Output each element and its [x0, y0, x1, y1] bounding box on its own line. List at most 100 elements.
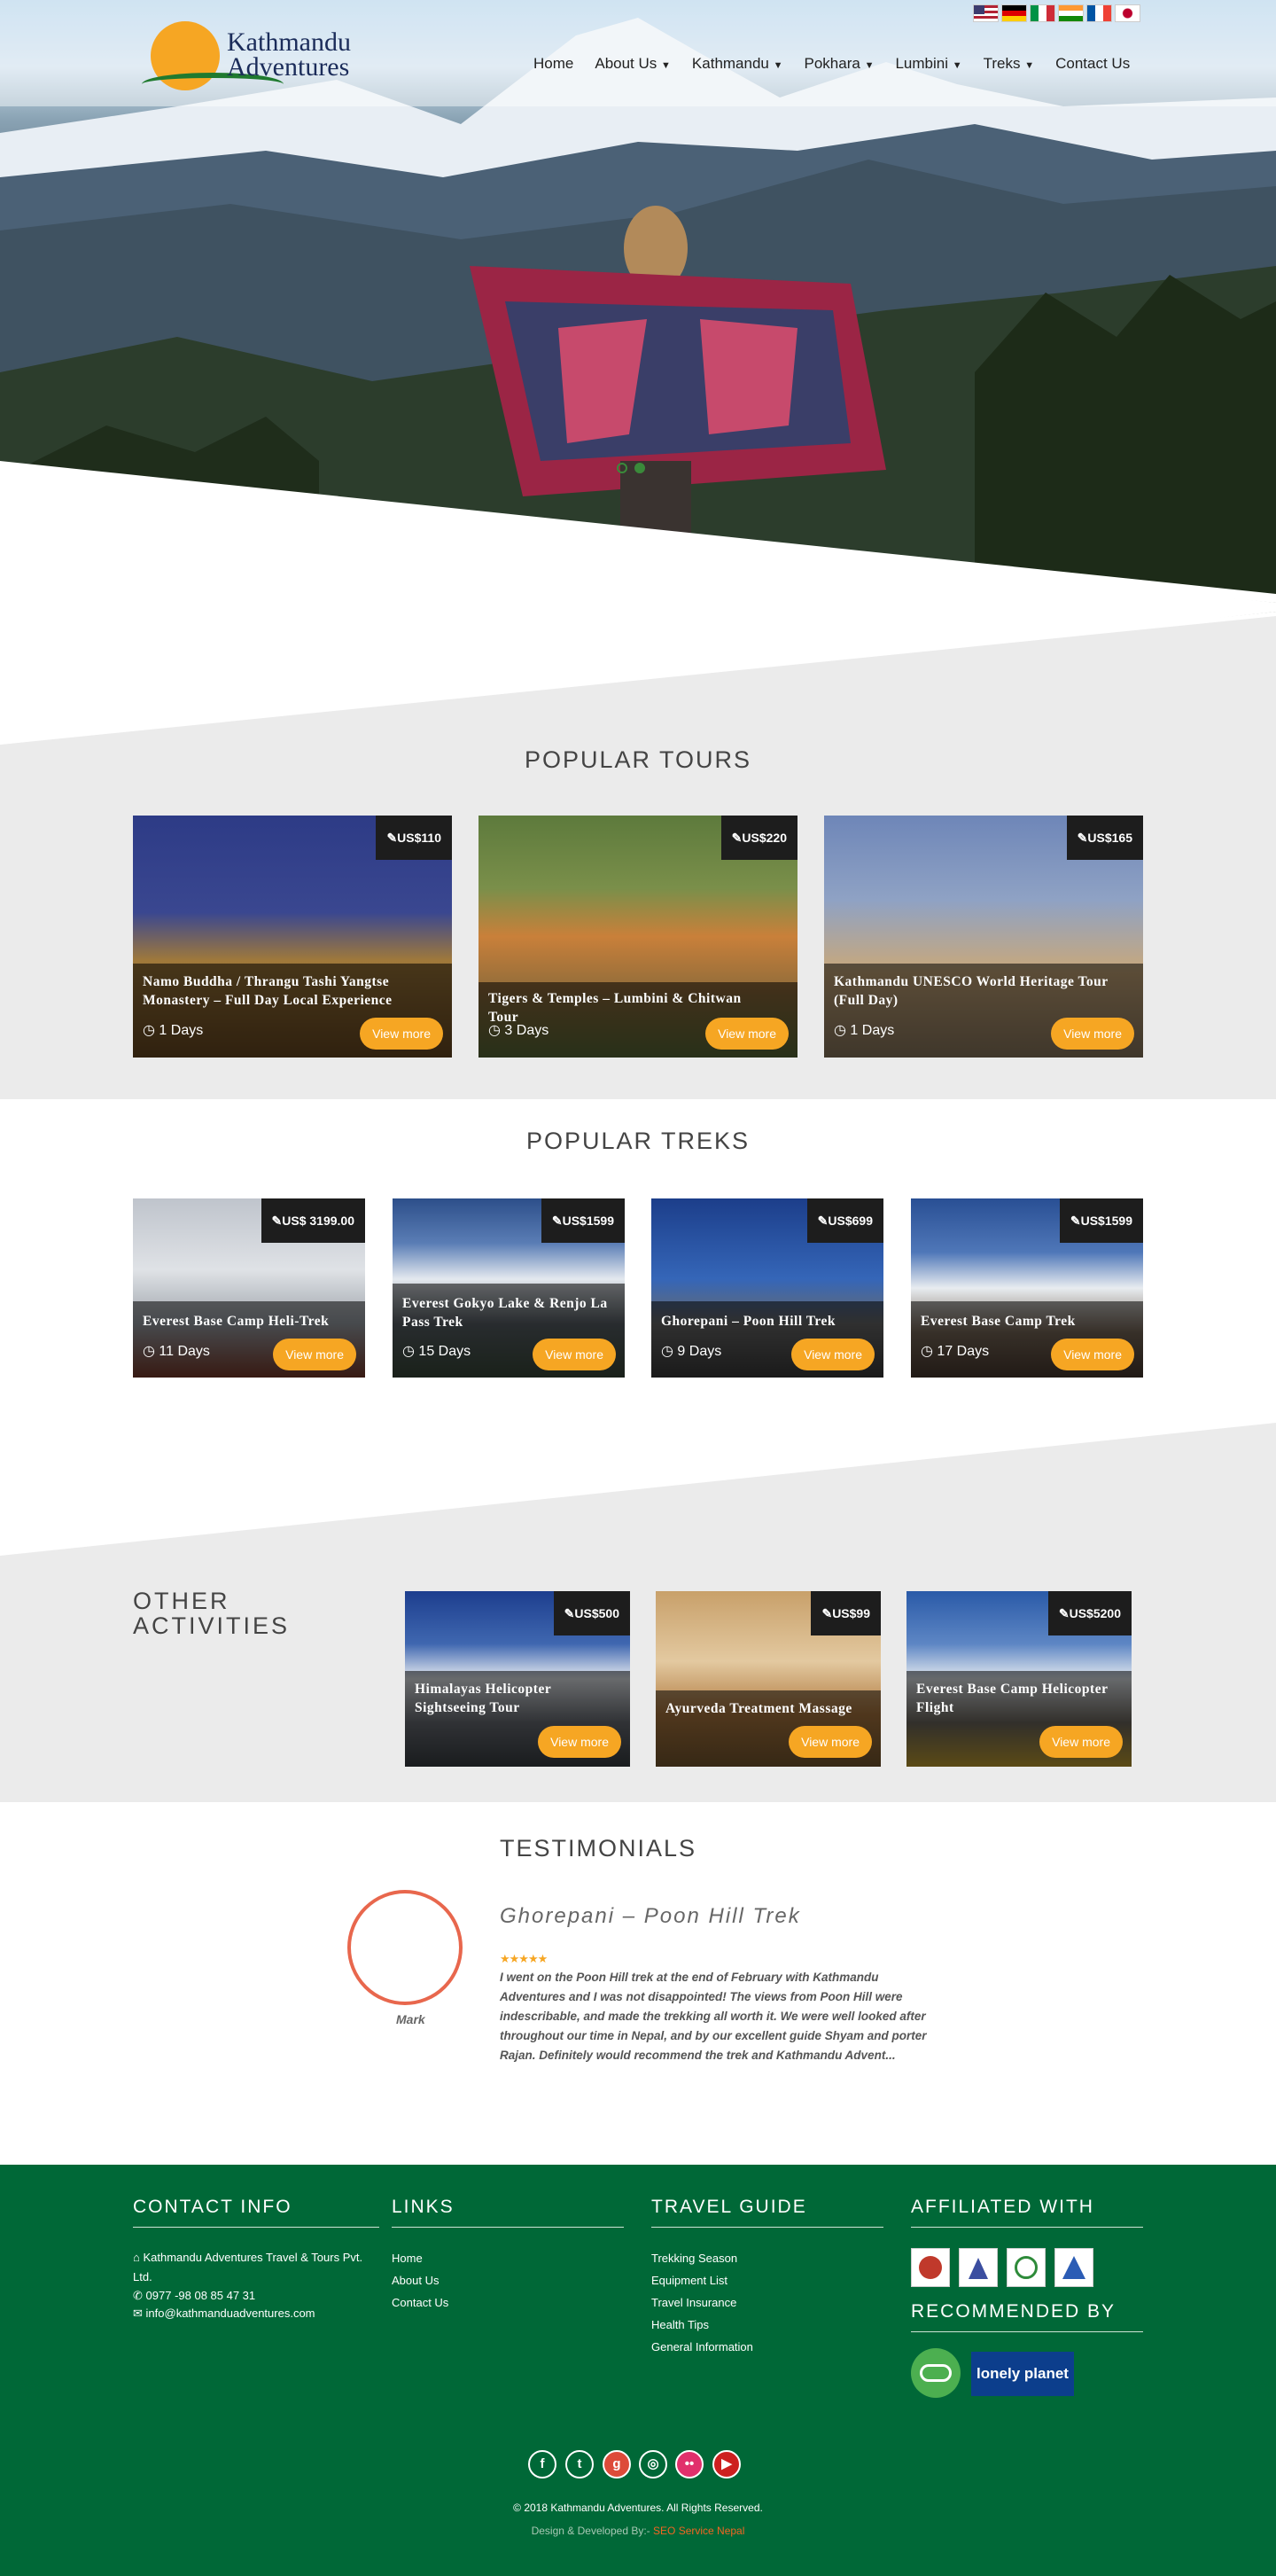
tour-card[interactable]: ✎US$165 Kathmandu UNESCO World Heritage …: [824, 816, 1143, 1058]
caret-down-icon: ▼: [1024, 60, 1035, 71]
footer-contact-title: CONTACT INFO: [133, 2197, 292, 2217]
footer-email[interactable]: ✉ info@kathmanduadventures.com: [133, 2307, 315, 2321]
tour-title[interactable]: Namo Buddha / Thrangu Tashi Yangtse Mona…: [143, 972, 408, 1010]
trek-title[interactable]: Ghorepani – Poon Hill Trek: [661, 1312, 874, 1331]
price-badge: ✎US$99: [811, 1591, 881, 1635]
instagram-icon[interactable]: ◎: [639, 2450, 667, 2478]
lonely-planet-logo[interactable]: lonely planet: [971, 2352, 1074, 2396]
trek-title[interactable]: Everest Base Camp Trek: [921, 1312, 1133, 1331]
tag-icon: ✎: [386, 831, 398, 845]
footer-recommended-title: RECOMMENDED BY: [911, 2301, 1116, 2322]
nav-home[interactable]: Home: [523, 55, 584, 73]
clock-icon: ◷: [834, 1023, 846, 1038]
view-more-button[interactable]: View more: [1039, 1726, 1123, 1758]
trek-card[interactable]: ✎US$699 Ghorepani – Poon Hill Trek ◷ 9 D…: [651, 1198, 883, 1378]
trek-duration: ◷ 15 Days: [402, 1344, 471, 1359]
hero-bottom-wedge: [0, 470, 1276, 745]
tour-card[interactable]: ✎US$110 Namo Buddha / Thrangu Tashi Yang…: [133, 816, 452, 1058]
taan-logo-icon[interactable]: [1007, 2248, 1046, 2287]
footer-link-contact-us[interactable]: Contact Us: [392, 2296, 448, 2309]
footer-link-about-us[interactable]: About Us: [392, 2274, 439, 2287]
trek-card[interactable]: ✎US$1599 Everest Base Camp Trek ◷ 17 Day…: [911, 1198, 1143, 1378]
tour-title[interactable]: Kathmandu UNESCO World Heritage Tour (Fu…: [834, 972, 1117, 1010]
tour-duration: ◷ 3 Days: [488, 1023, 549, 1038]
view-more-button[interactable]: View more: [533, 1339, 616, 1370]
nav-kathmandu[interactable]: Kathmandu ▼: [681, 55, 794, 73]
activity-card[interactable]: ✎US$500 Himalayas Helicopter Sightseeing…: [405, 1591, 630, 1767]
activity-title[interactable]: Ayurveda Treatment Massage: [665, 1699, 869, 1718]
tripadvisor-logo-icon[interactable]: [911, 2348, 961, 2398]
nav-lumbini[interactable]: Lumbini ▼: [884, 55, 972, 73]
tag-icon: ✎: [817, 1214, 829, 1228]
activity-card[interactable]: ✎US$99 Ayurveda Treatment Massage View m…: [656, 1591, 881, 1767]
testimonial-author: Mark: [396, 2012, 425, 2026]
footer-link-travel-insurance[interactable]: Travel Insurance: [651, 2296, 736, 2309]
flag-india-icon[interactable]: [1058, 4, 1084, 22]
trek-title[interactable]: Everest Gokyo Lake & Renjo La Pass Trek: [402, 1294, 615, 1331]
caret-down-icon: ▼: [952, 60, 962, 71]
youtube-icon[interactable]: ▶: [712, 2450, 741, 2478]
flag-france-icon[interactable]: [1086, 4, 1112, 22]
footer-link-general-information[interactable]: General Information: [651, 2340, 753, 2354]
google-plus-icon[interactable]: g: [603, 2450, 631, 2478]
logo-line1: Kathmandu: [227, 27, 351, 57]
footer-link-trekking-season[interactable]: Trekking Season: [651, 2252, 737, 2265]
tag-icon: ✎: [1077, 831, 1088, 845]
flag-usa-icon[interactable]: [973, 4, 999, 22]
divider: [651, 2227, 883, 2228]
trek-title[interactable]: Everest Base Camp Heli-Trek: [143, 1312, 355, 1331]
view-more-button[interactable]: View more: [360, 1018, 443, 1050]
footer-phone: ✆ 0977 -98 08 85 47 31: [133, 2289, 256, 2302]
view-more-button[interactable]: View more: [1051, 1018, 1134, 1050]
tag-icon: ✎: [1058, 1606, 1070, 1620]
nma-logo-icon[interactable]: [1054, 2248, 1093, 2287]
activity-title[interactable]: Everest Base Camp Helicopter Flight: [916, 1680, 1120, 1717]
activity-title[interactable]: Himalayas Helicopter Sightseeing Tour: [415, 1680, 619, 1717]
footer-links-title: LINKS: [392, 2197, 455, 2217]
price-badge: ✎US$500: [553, 1591, 630, 1635]
caret-down-icon: ▼: [661, 60, 671, 71]
tour-card[interactable]: ✎US$220 Tigers & Temples – Lumbini & Chi…: [478, 816, 798, 1058]
price-badge: ✎US$1599: [541, 1198, 625, 1243]
testimonials-title: TESTIMONIALS: [499, 1835, 697, 1862]
view-more-button[interactable]: View more: [1051, 1339, 1134, 1370]
view-more-button[interactable]: View more: [789, 1726, 872, 1758]
flag-germany-icon[interactable]: [1001, 4, 1027, 22]
other-activities-title: OTHER ACTIVITIES: [133, 1588, 291, 1639]
twitter-icon[interactable]: t: [565, 2450, 594, 2478]
copyright: © 2018 Kathmandu Adventures. All Rights …: [513, 2502, 763, 2514]
trek-card[interactable]: ✎US$ 3199.00 Everest Base Camp Heli-Trek…: [133, 1198, 365, 1378]
credit-link[interactable]: SEO Service Nepal: [653, 2525, 744, 2537]
flickr-icon[interactable]: ••: [675, 2450, 704, 2478]
nav-contact-us[interactable]: Contact Us: [1045, 55, 1140, 73]
clock-icon: ◷: [143, 1344, 155, 1359]
site-logo[interactable]: Kathmandu Adventures: [142, 18, 354, 92]
nepal-government-logo-icon[interactable]: [911, 2248, 950, 2287]
divider: [392, 2227, 624, 2228]
footer-link-health-tips[interactable]: Health Tips: [651, 2318, 709, 2331]
flag-italy-icon[interactable]: [1030, 4, 1055, 22]
view-more-button[interactable]: View more: [791, 1339, 875, 1370]
view-more-button[interactable]: View more: [273, 1339, 356, 1370]
divider: [911, 2227, 1143, 2228]
activity-card[interactable]: ✎US$5200 Everest Base Camp Helicopter Fl…: [906, 1591, 1132, 1767]
facebook-icon[interactable]: f: [528, 2450, 556, 2478]
trek-card[interactable]: ✎US$1599 Everest Gokyo Lake & Renjo La P…: [393, 1198, 625, 1378]
view-more-button[interactable]: View more: [705, 1018, 789, 1050]
footer-link-home[interactable]: Home: [392, 2252, 423, 2265]
nav-about-us[interactable]: About Us ▼: [584, 55, 681, 73]
nav-pokhara[interactable]: Pokhara ▼: [794, 55, 885, 73]
testimonial-avatar: [347, 1890, 463, 2005]
caret-down-icon: ▼: [864, 60, 875, 71]
nav-treks[interactable]: Treks ▼: [973, 55, 1046, 73]
price-badge: ✎US$5200: [1047, 1591, 1132, 1635]
divider: [911, 2331, 1143, 2332]
ntb-logo-icon[interactable]: [959, 2248, 998, 2287]
flag-japan-icon[interactable]: [1115, 4, 1140, 22]
footer-link-equipment-list[interactable]: Equipment List: [651, 2274, 727, 2287]
tag-icon: ✎: [821, 1606, 833, 1620]
language-flags: [973, 4, 1140, 22]
price-badge: ✎US$1599: [1059, 1198, 1143, 1243]
view-more-button[interactable]: View more: [538, 1726, 621, 1758]
testimonial-quote: I went on the Poon Hill trek at the end …: [500, 1971, 927, 2062]
